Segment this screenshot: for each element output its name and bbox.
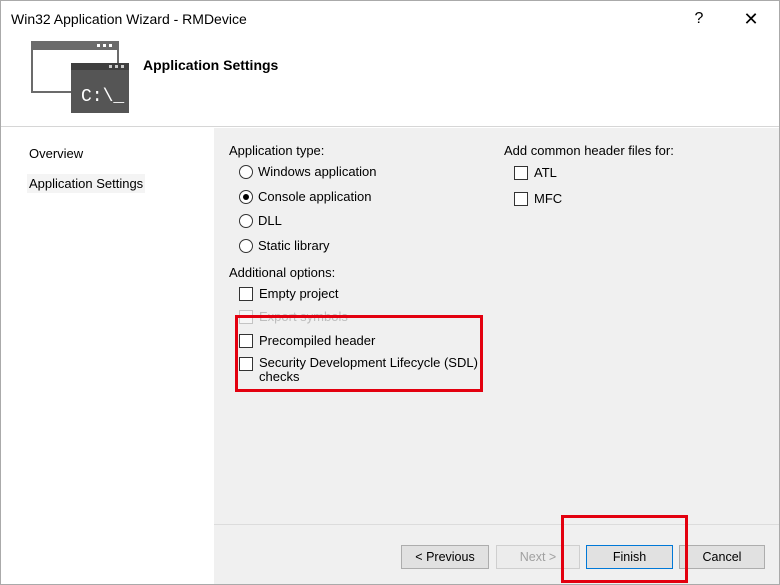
radio-button[interactable] [239,214,253,228]
radio-label: DLL [258,213,282,228]
cancel-button[interactable]: Cancel [679,545,765,569]
radio-button[interactable] [239,239,253,253]
finish-button[interactable]: Finish [586,545,673,569]
previous-button[interactable]: < Previous [401,545,489,569]
radio-label: Console application [258,189,372,204]
console-prompt-text: C:\_ [81,87,124,107]
checkbox-sdl-checks[interactable]: Security Development Lifecycle (SDL) che… [239,356,479,384]
wizard-window: Win32 Application Wizard - RMDevice ? ✕ … [0,0,780,585]
checkbox-disabled [239,310,253,324]
checkbox-label: MFC [534,191,563,206]
close-button[interactable]: ✕ [739,7,763,31]
window-title: Win32 Application Wizard - RMDevice [11,11,247,27]
checkbox-label: Export symbols [259,309,348,324]
checkbox[interactable] [239,287,253,301]
radio-button[interactable] [239,165,253,179]
checkbox-label: Security Development Lifecycle (SDL) che… [259,355,478,384]
wizard-header: C:\_ Application Settings [1,37,779,127]
nav-item-application-settings[interactable]: Application Settings [27,174,146,193]
settings-pane: Application type: Windows application Co… [214,128,779,524]
checkbox[interactable] [514,166,528,180]
application-type-label: Application type: [229,143,325,158]
checkbox-label: ATL [534,165,557,180]
console-app-icon: C:\_ [31,41,129,113]
checkbox-atl[interactable]: ATL [514,165,557,180]
title-bar: Win32 Application Wizard - RMDevice ? ✕ [1,1,779,37]
checkbox-label: Empty project [259,286,339,301]
page-title: Application Settings [143,57,279,73]
checkbox[interactable] [514,192,528,206]
checkbox-export-symbols: Export symbols [239,309,348,324]
wizard-nav: Overview Application Settings [1,128,213,584]
radio-label: Static library [258,238,330,253]
checkbox-mfc[interactable]: MFC [514,191,562,206]
button-bar: < Previous Next > Finish Cancel [214,515,779,584]
radio-windows-application[interactable]: Windows application [239,164,377,179]
additional-options-label: Additional options: [229,265,336,280]
radio-button-selected[interactable] [239,190,253,204]
checkbox[interactable] [239,357,253,371]
checkbox-precompiled-header[interactable]: Precompiled header [239,333,375,348]
checkbox[interactable] [239,334,253,348]
next-button: Next > [496,545,580,569]
radio-console-application[interactable]: Console application [239,189,371,204]
radio-label: Windows application [258,164,377,179]
nav-item-overview[interactable]: Overview [27,144,85,163]
header-files-label: Add common header files for: [504,143,674,158]
checkbox-label: Precompiled header [259,333,376,348]
checkbox-empty-project[interactable]: Empty project [239,286,338,301]
radio-static-library[interactable]: Static library [239,238,330,253]
radio-dll[interactable]: DLL [239,213,282,228]
help-button[interactable]: ? [689,7,709,31]
